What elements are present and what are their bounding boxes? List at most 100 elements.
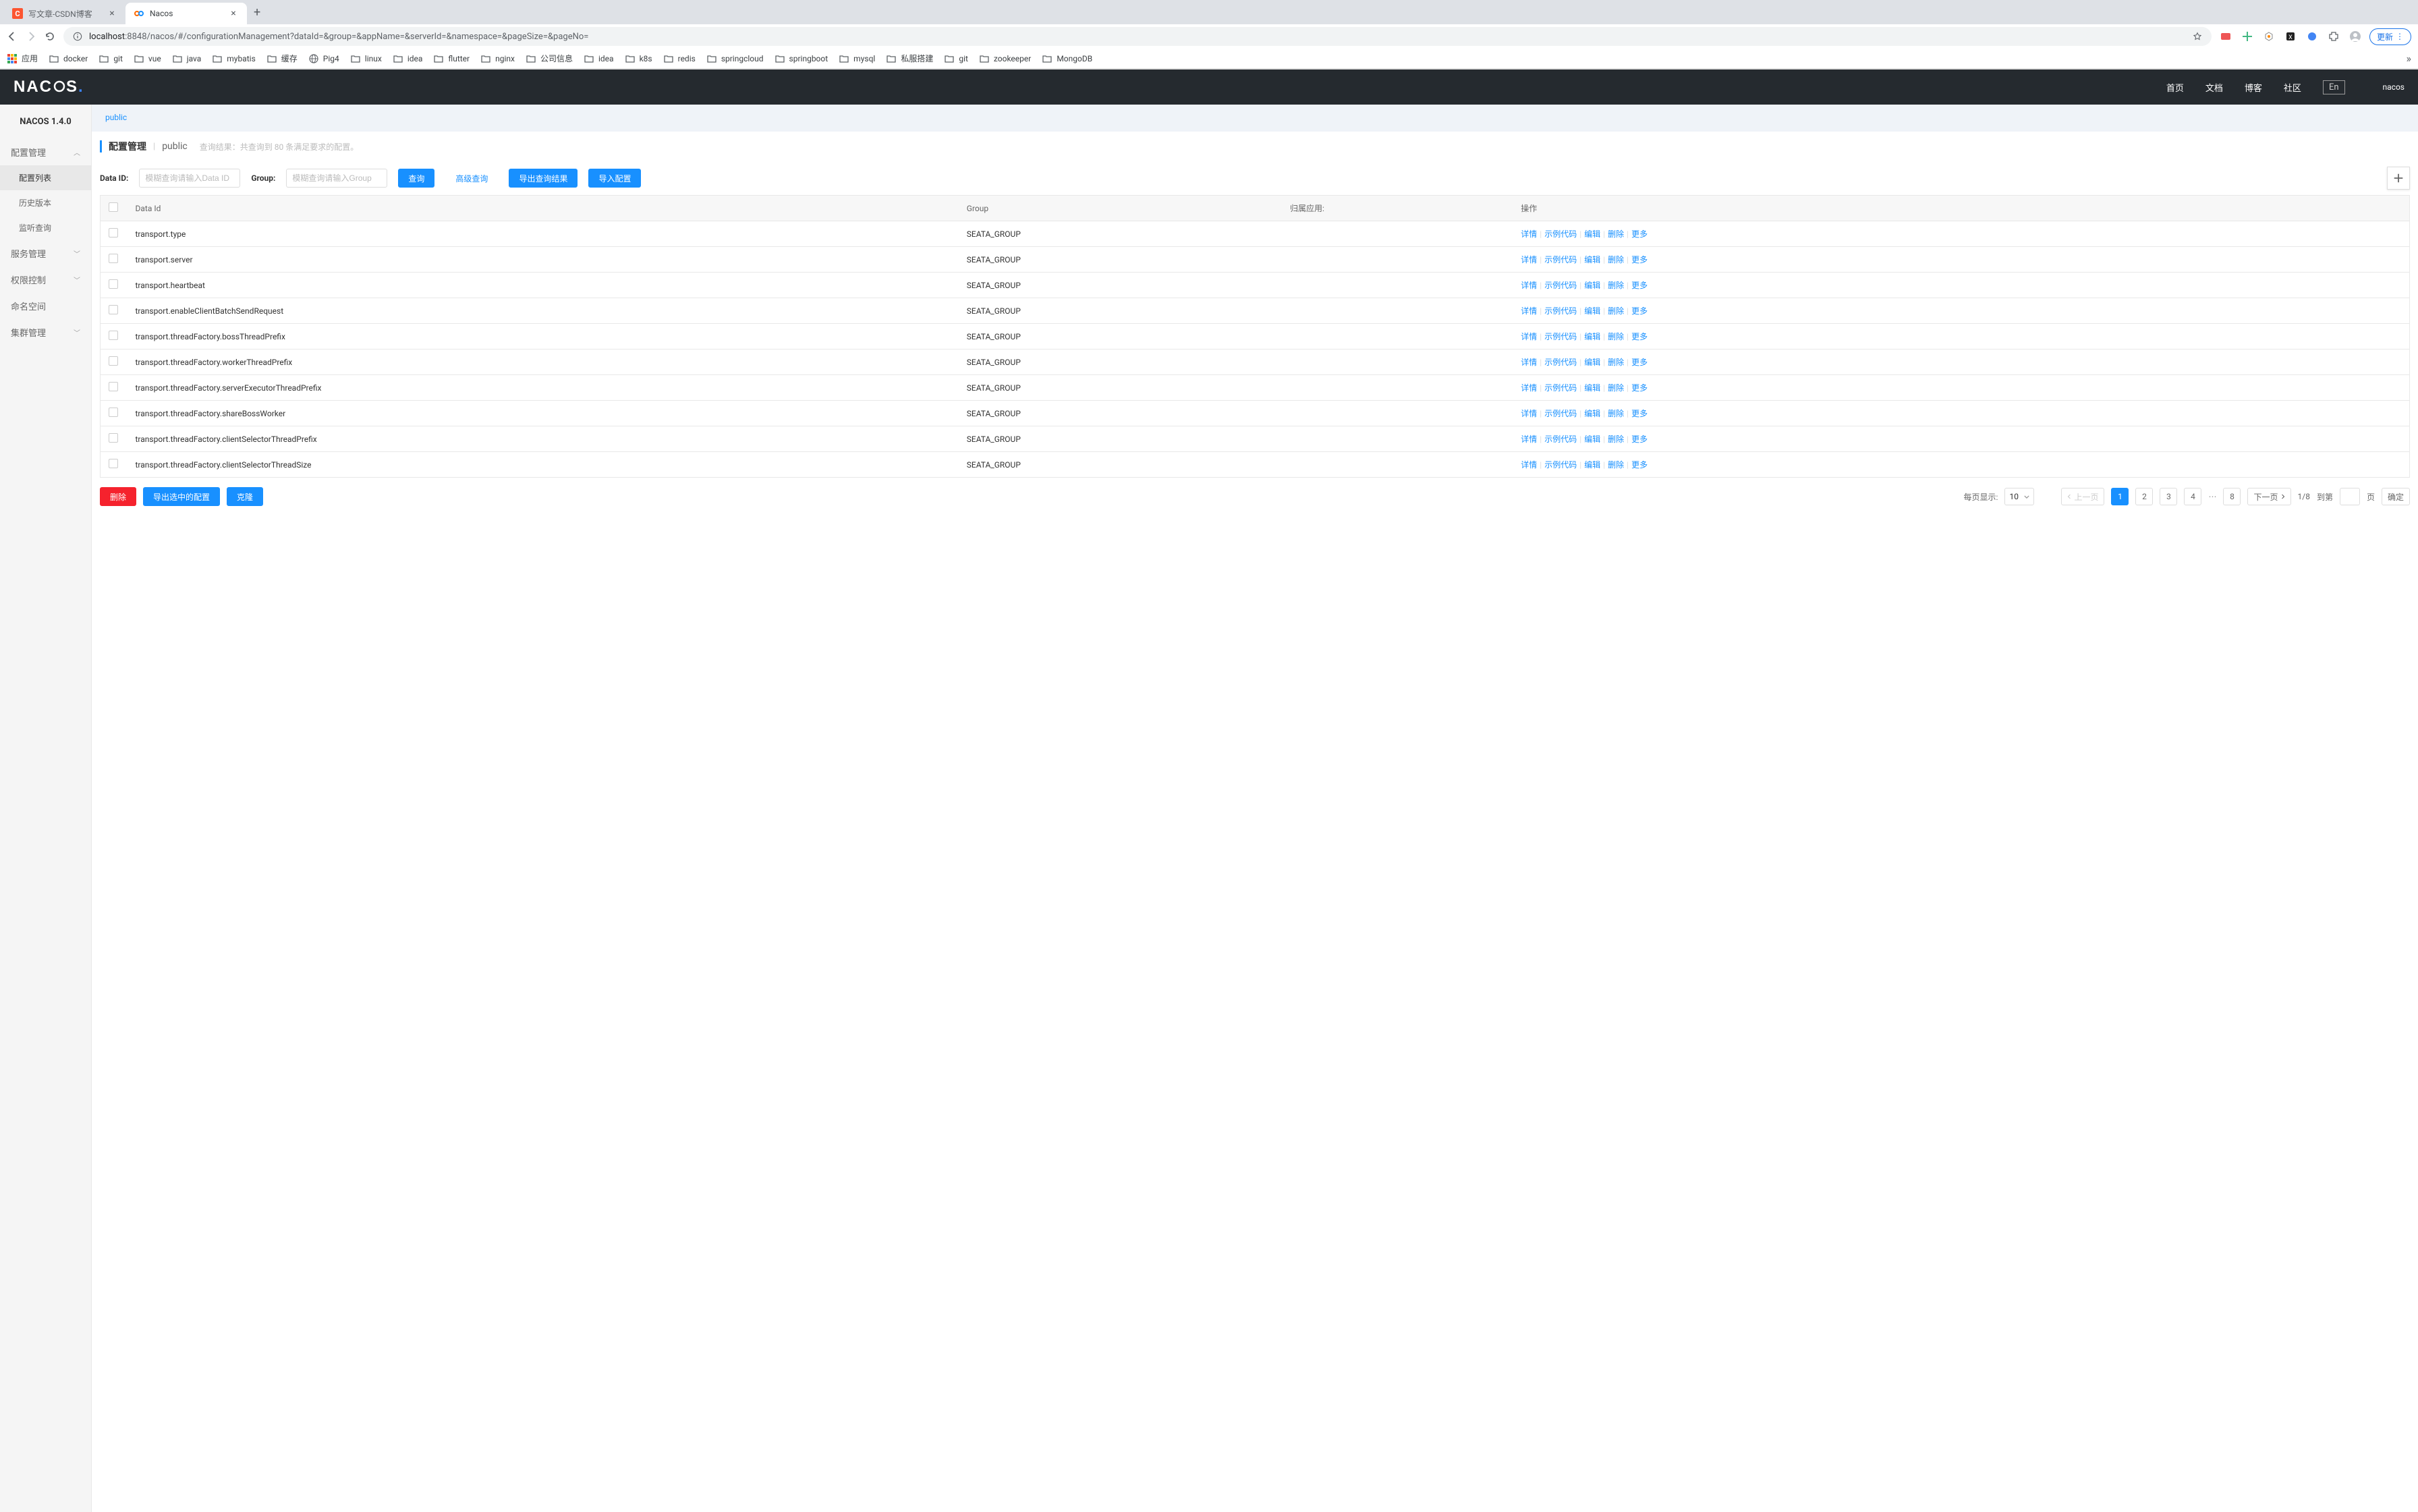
row-op-link[interactable]: 删除 (1608, 358, 1624, 367)
bookmark-item[interactable]: idea (393, 53, 423, 64)
bookmark-item[interactable]: mybatis (212, 53, 256, 64)
row-checkbox[interactable] (109, 305, 118, 314)
bookmark-item[interactable]: MongoDB (1042, 53, 1092, 64)
close-icon[interactable]: × (107, 8, 117, 19)
bookmark-item[interactable]: idea (584, 53, 614, 64)
browser-tab[interactable]: Nacos × (125, 3, 247, 24)
browser-tab[interactable]: C 写文章-CSDN博客 × (4, 3, 125, 24)
reload-button[interactable] (45, 31, 55, 42)
extension-icon[interactable] (2263, 30, 2275, 43)
prev-page-button[interactable]: 上一页 (2061, 488, 2104, 505)
namespace-tab-public[interactable]: public (105, 111, 127, 125)
row-op-link[interactable]: 更多 (1631, 383, 1648, 393)
row-op-link[interactable]: 更多 (1631, 306, 1648, 316)
extension-icon[interactable]: X (2284, 30, 2297, 43)
extension-icon[interactable] (2241, 30, 2253, 43)
back-button[interactable] (7, 31, 18, 42)
page-4-button[interactable]: 4 (2184, 488, 2201, 505)
page-2-button[interactable]: 2 (2135, 488, 2153, 505)
extension-icon[interactable] (2220, 30, 2232, 43)
page-size-select[interactable]: 10 (2004, 488, 2034, 505)
sidebar-group[interactable]: 命名空间 (0, 293, 91, 319)
bookmark-item[interactable]: mysql (839, 53, 875, 64)
row-op-link[interactable]: 删除 (1608, 281, 1624, 290)
page-1-button[interactable]: 1 (2111, 488, 2129, 505)
extension-icon[interactable] (2306, 30, 2318, 43)
row-op-link[interactable]: 更多 (1631, 409, 1648, 418)
bookmark-item[interactable]: git (944, 53, 968, 64)
extensions-icon[interactable] (2328, 30, 2340, 43)
bookmark-item[interactable]: 公司信息 (526, 53, 573, 64)
row-op-link[interactable]: 编辑 (1584, 332, 1600, 341)
last-page-button[interactable]: 8 (2223, 488, 2241, 505)
sidebar-item[interactable]: 历史版本 (0, 190, 91, 215)
bookmark-item[interactable]: vue (134, 53, 161, 64)
row-op-link[interactable]: 更多 (1631, 435, 1648, 444)
row-checkbox[interactable] (109, 331, 118, 340)
bookmark-item[interactable]: docker (49, 53, 88, 64)
delete-button[interactable]: 删除 (100, 487, 136, 506)
export-results-button[interactable]: 导出查询结果 (509, 169, 578, 188)
profile-icon[interactable] (2349, 30, 2361, 43)
row-op-link[interactable]: 编辑 (1584, 229, 1600, 239)
bookmark-item[interactable]: nginx (480, 53, 515, 64)
row-op-link[interactable]: 详情 (1521, 435, 1537, 444)
close-icon[interactable]: × (228, 8, 239, 19)
nav-docs[interactable]: 文档 (2205, 81, 2223, 94)
bookmark-item[interactable]: redis (663, 53, 696, 64)
bookmark-overflow[interactable]: » (2407, 52, 2412, 65)
row-op-link[interactable]: 编辑 (1584, 306, 1600, 316)
row-checkbox[interactable] (109, 356, 118, 366)
row-op-link[interactable]: 编辑 (1584, 435, 1600, 444)
goto-confirm-button[interactable]: 确定 (2382, 488, 2410, 505)
row-op-link[interactable]: 删除 (1608, 229, 1624, 239)
bookmark-item[interactable]: 缓存 (266, 53, 298, 64)
row-op-link[interactable]: 示例代码 (1544, 460, 1577, 470)
bookmark-item[interactable]: zookeeper (979, 53, 1031, 64)
row-op-link[interactable]: 删除 (1608, 332, 1624, 341)
row-op-link[interactable]: 更多 (1631, 358, 1648, 367)
import-config-button[interactable]: 导入配置 (588, 169, 641, 188)
next-page-button[interactable]: 下一页 (2247, 488, 2290, 505)
group-input[interactable] (286, 169, 387, 188)
update-button[interactable]: 更新 ⋮ (2369, 28, 2411, 45)
row-op-link[interactable]: 详情 (1521, 358, 1537, 367)
row-op-link[interactable]: 详情 (1521, 409, 1537, 418)
row-op-link[interactable]: 编辑 (1584, 358, 1600, 367)
row-op-link[interactable]: 删除 (1608, 460, 1624, 470)
row-op-link[interactable]: 详情 (1521, 229, 1537, 239)
row-op-link[interactable]: 示例代码 (1544, 332, 1577, 341)
nav-community[interactable]: 社区 (2284, 81, 2301, 94)
row-op-link[interactable]: 更多 (1631, 281, 1648, 290)
row-op-link[interactable]: 示例代码 (1544, 306, 1577, 316)
bookmark-item[interactable]: springcloud (706, 53, 764, 64)
row-op-link[interactable]: 编辑 (1584, 255, 1600, 264)
row-op-link[interactable]: 详情 (1521, 255, 1537, 264)
row-op-link[interactable]: 详情 (1521, 460, 1537, 470)
query-button[interactable]: 查询 (398, 169, 434, 188)
add-config-button[interactable] (2387, 167, 2410, 190)
row-checkbox[interactable] (109, 459, 118, 468)
sidebar-item[interactable]: 配置列表 (0, 165, 91, 190)
bookmark-item[interactable]: java (172, 53, 202, 64)
advanced-query-button[interactable]: 高级查询 (445, 169, 498, 188)
sidebar-group[interactable]: 服务管理﹀ (0, 240, 91, 267)
row-checkbox[interactable] (109, 228, 118, 237)
row-op-link[interactable]: 示例代码 (1544, 255, 1577, 264)
bookmark-item[interactable]: git (99, 53, 123, 64)
sidebar-group[interactable]: 配置管理︿ (0, 139, 91, 165)
sidebar-group[interactable]: 集群管理﹀ (0, 319, 91, 345)
nav-home[interactable]: 首页 (2166, 81, 2184, 94)
row-op-link[interactable]: 示例代码 (1544, 358, 1577, 367)
row-op-link[interactable]: 删除 (1608, 409, 1624, 418)
nav-blog[interactable]: 博客 (2245, 81, 2262, 94)
sidebar-item[interactable]: 监听查询 (0, 215, 91, 240)
row-op-link[interactable]: 更多 (1631, 332, 1648, 341)
goto-page-input[interactable] (2340, 488, 2360, 505)
row-op-link[interactable]: 详情 (1521, 281, 1537, 290)
row-op-link[interactable]: 删除 (1608, 255, 1624, 264)
row-op-link[interactable]: 更多 (1631, 229, 1648, 239)
dataid-input[interactable] (139, 169, 240, 188)
row-checkbox[interactable] (109, 433, 118, 443)
page-3-button[interactable]: 3 (2160, 488, 2177, 505)
